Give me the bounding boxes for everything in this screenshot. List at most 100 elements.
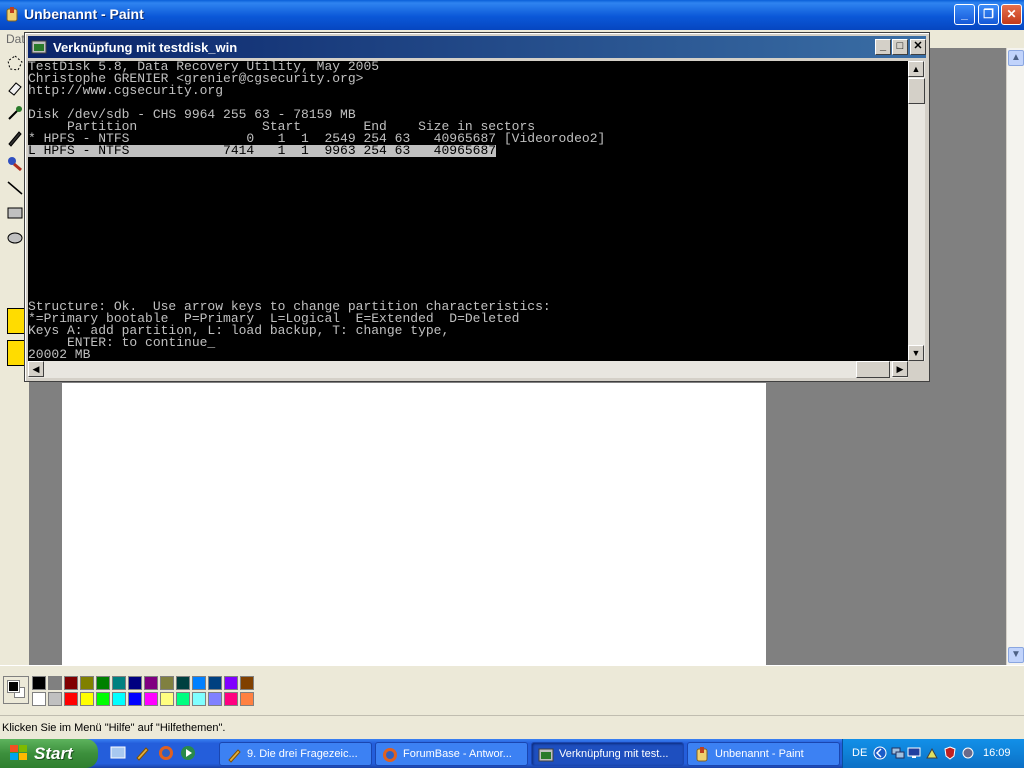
start-label: Start [34,744,73,763]
color-swatch[interactable] [32,676,46,690]
console-horizontal-scrollbar[interactable]: ◀ ▶ [28,361,908,378]
console-scroll-right-button[interactable]: ▶ [892,361,908,377]
quicklaunch-app-icon[interactable] [134,745,150,761]
pencil-icon[interactable] [6,129,24,147]
tray-expand-icon[interactable] [873,746,887,760]
color-swatch[interactable] [224,676,238,690]
console-close-button[interactable]: ✕ [910,39,926,55]
color-swatch[interactable] [48,692,62,706]
paint-title-bar[interactable]: Unbenannt - Paint _ ❐ ✕ [0,0,1024,30]
console-hscroll-thumb[interactable] [856,361,890,378]
restore-button[interactable]: ❐ [978,4,999,25]
media-player-icon[interactable] [180,745,196,761]
taskbar-task-button[interactable]: Unbenannt - Paint [687,742,840,766]
color-swatch[interactable] [144,676,158,690]
color-swatch[interactable] [240,676,254,690]
shield-icon[interactable] [943,746,957,760]
color-swatch[interactable] [96,692,110,706]
eraser-icon[interactable] [6,79,24,97]
current-colors [3,676,29,704]
color-swatch[interactable] [208,676,222,690]
color-swatch[interactable] [96,676,110,690]
scroll-down-button[interactable]: ▼ [1008,647,1024,663]
selected-partition-line[interactable]: L HPFS - NTFS 7414 1 1 9963 254 63 40965… [28,144,497,157]
workspace-vertical-scrollbar[interactable]: ▲ ▼ [1006,48,1024,665]
color-swatch[interactable] [176,676,190,690]
console-vertical-scrollbar[interactable]: ▲ ▼ [908,61,925,361]
color-swatch[interactable] [144,692,158,706]
menu-item-file[interactable]: Dat [6,32,25,46]
task-label: ForumBase - Antwor... [403,748,512,760]
volume-icon[interactable] [961,746,975,760]
paint-canvas[interactable] [62,383,766,665]
console-scroll-left-button[interactable]: ◀ [28,361,44,377]
display-icon[interactable] [907,746,921,760]
color-palette-area [0,665,1024,715]
color-swatch[interactable] [112,692,126,706]
free-select-icon[interactable] [6,54,24,72]
color-swatch[interactable] [192,676,206,690]
color-swatch[interactable] [64,692,78,706]
task-label: 9. Die drei Fragezeic... [247,748,358,760]
tool-options [7,308,25,368]
hardware-icon[interactable] [925,746,939,760]
firefox-quicklaunch-icon[interactable] [158,745,174,761]
color-swatch[interactable] [240,692,254,706]
console-scroll-up-button[interactable]: ▲ [908,61,924,77]
color-swatch[interactable] [192,692,206,706]
close-button[interactable]: ✕ [1001,4,1022,25]
show-desktop-icon[interactable] [110,745,126,761]
option-transparent[interactable] [7,340,25,366]
minimize-button[interactable]: _ [954,4,975,25]
color-swatch[interactable] [208,692,222,706]
color-swatch[interactable] [80,692,94,706]
color-swatch[interactable] [48,676,62,690]
console-output[interactable]: TestDisk 5.8, Data Recovery Utility, May… [28,61,908,361]
ellipse-icon[interactable] [6,229,24,247]
system-tray: DE 16:09 [842,739,1024,768]
color-swatch[interactable] [160,676,174,690]
scroll-up-button[interactable]: ▲ [1008,50,1024,66]
color-swatch[interactable] [112,676,126,690]
language-indicator[interactable]: DE [852,747,867,759]
console-maximize-button[interactable]: □ [892,39,908,55]
paint-icon [696,747,708,762]
start-button[interactable]: Start [0,739,98,768]
console-line: http://www.cgsecurity.org [28,83,224,98]
line-icon[interactable] [6,179,24,197]
taskbar-task-button[interactable]: 9. Die drei Fragezeic... [219,742,372,766]
color-swatch[interactable] [224,692,238,706]
firefox-icon [383,748,397,762]
color-swatch[interactable] [64,676,78,690]
color-swatch[interactable] [176,692,190,706]
color-swatch[interactable] [128,692,142,706]
color-swatch[interactable] [80,676,94,690]
console-icon [538,748,554,762]
console-title-bar[interactable]: Verknüpfung mit testdisk_win _ □ ✕ [28,36,926,58]
option-opaque[interactable] [7,308,25,334]
rectangle-icon[interactable] [6,204,24,222]
color-swatch[interactable] [128,676,142,690]
console-vscroll-thumb[interactable] [908,78,925,104]
color-picker-icon[interactable] [6,104,24,122]
taskbar-task-button[interactable]: Verknüpfung mit test... [531,742,684,766]
console-scroll-down-button[interactable]: ▼ [908,345,924,361]
network-icon[interactable] [891,746,905,760]
color-swatch[interactable] [32,692,46,706]
console-window[interactable]: Verknüpfung mit testdisk_win _ □ ✕ TestD… [24,32,930,382]
taskbar-task-button[interactable]: ForumBase - Antwor... [375,742,528,766]
console-line: ENTER: to continue_ [28,335,216,350]
task-label: Verknüpfung mit test... [559,748,669,760]
clock: 16:09 [983,747,1011,759]
windows-logo-icon [10,745,27,760]
color-swatch[interactable] [160,692,174,706]
console-minimize-button[interactable]: _ [875,39,891,55]
airbrush-icon[interactable] [6,154,24,172]
